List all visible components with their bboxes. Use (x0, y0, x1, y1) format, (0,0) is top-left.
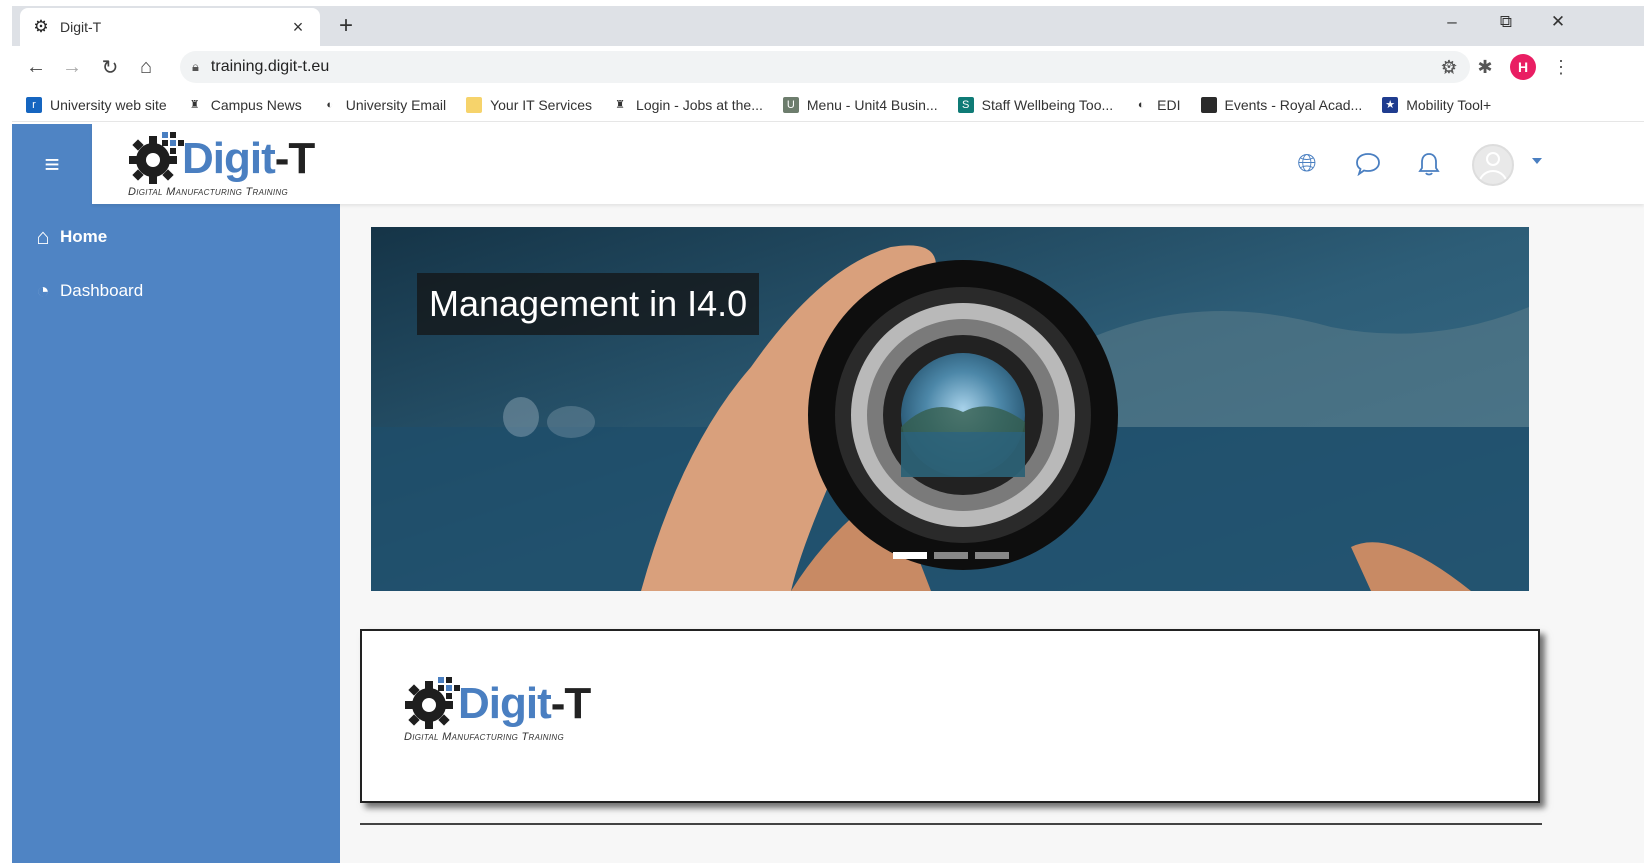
gear-logo-icon (129, 132, 184, 184)
digit-t-site: ≡ ⌂ Home ◔ Dashboard Digit-T Digital Man… (12, 124, 1644, 863)
bookmark-favicon-icon: ♜ (612, 96, 629, 113)
bookmark-item[interactable]: r University web site (26, 96, 167, 113)
gear-logo-icon (405, 677, 460, 729)
bell-icon[interactable] (1411, 146, 1447, 182)
tab-close-icon[interactable]: × (288, 17, 308, 38)
bookmark-favicon-icon: ♜ (186, 96, 203, 113)
bookmark-favicon-icon: r (26, 96, 42, 113)
tab-digit-t[interactable]: ⚙ Digit-T × (20, 8, 320, 46)
bookmark-item[interactable]: ♜ Campus News (186, 96, 302, 113)
divider (360, 823, 1542, 825)
sidebar-item-dashboard[interactable]: ◔ Dashboard (30, 278, 143, 304)
address-toolbar: ← → ↻ ⌂ 🔒︎ training.digit-t.eu ☆ ⚙ ✱ H ⋮ (12, 46, 1644, 88)
bookmark-label: University web site (50, 96, 167, 113)
carousel-indicator-3[interactable] (975, 552, 1009, 559)
sidebar-item-home[interactable]: ⌂ Home (30, 224, 107, 250)
bookmarks-bar: r University web site ♜ Campus News ◐ Univers… (12, 88, 1644, 122)
hero-carousel[interactable]: Management in I4.0 (371, 227, 1529, 591)
bookmark-item[interactable]: S Staff Wellbeing Too... (957, 96, 1114, 113)
logo-card: Digit-T Digital Manufacturing Training (360, 629, 1540, 803)
tab-strip: ⚙ Digit-T × + – ⧉ ✕ (12, 6, 1644, 46)
message-icon[interactable] (1350, 146, 1386, 182)
address-bar[interactable]: 🔒︎ training.digit-t.eu ☆ (180, 51, 1470, 83)
browser-window: ⚙ Digit-T × + – ⧉ ✕ ← → ↻ ⌂ 🔒︎ training.… (12, 6, 1644, 863)
logo-subtitle: Digital Manufacturing Training (128, 186, 288, 198)
logo-subtitle: Digital Manufacturing Training (404, 731, 564, 743)
close-window-button[interactable]: ✕ (1538, 12, 1578, 32)
bookmark-label: Events - Royal Acad... (1224, 96, 1363, 113)
carousel-indicator-1[interactable] (893, 552, 927, 559)
bookmark-item[interactable]: Events - Royal Acad... (1200, 96, 1363, 113)
kebab-menu-icon[interactable]: ⋮ (1548, 54, 1574, 80)
bookmark-favicon-icon (466, 96, 483, 113)
bookmark-favicon-icon (1200, 96, 1217, 113)
home-icon: ⌂ (36, 224, 50, 249)
logo-wordmark: Digit-T (458, 679, 591, 728)
site-header: Digit-T Digital Manufacturing Training 🌐… (92, 124, 1644, 204)
home-icon[interactable]: ⌂ (128, 49, 164, 85)
bookmark-label: Menu - Unit4 Busin... (806, 96, 938, 113)
bookmark-favicon-icon: ◐ (1133, 96, 1150, 113)
minimize-button[interactable]: – (1432, 12, 1472, 32)
back-arrow-icon[interactable]: ← (18, 49, 54, 85)
bookmark-favicon-icon: U (782, 96, 799, 113)
hamburger-menu-icon[interactable]: ≡ (12, 124, 92, 204)
bookmark-item[interactable]: ◐ University Email (321, 96, 447, 113)
bookmark-item[interactable]: ◐ EDI (1133, 96, 1181, 113)
globe-icon[interactable]: 🌐︎ (1289, 146, 1325, 182)
avatar[interactable] (1472, 144, 1514, 186)
bookmark-item[interactable]: U Menu - Unit4 Busin... (782, 96, 938, 113)
sidebar-item-label: Dashboard (60, 281, 144, 300)
bookmark-favicon-icon: S (957, 96, 974, 113)
caret-down-icon[interactable] (1532, 158, 1542, 164)
bookmark-item[interactable]: ♜ Login - Jobs at the... (612, 96, 763, 113)
url-text: training.digit-t.eu (210, 58, 330, 75)
new-tab-button[interactable]: + (332, 12, 360, 40)
bookmark-label: Mobility Tool+ (1406, 96, 1492, 113)
logo-wordmark: Digit-T (182, 134, 315, 183)
bookmark-label: University Email (345, 96, 447, 113)
carousel-indicators (893, 552, 1016, 559)
carousel-indicator-2[interactable] (934, 552, 968, 559)
forward-arrow-icon[interactable]: → (54, 49, 90, 85)
bookmark-label: Staff Wellbeing Too... (981, 96, 1114, 113)
reload-icon[interactable]: ↻ (92, 49, 128, 85)
gear-favicon-icon: ⚙ (33, 17, 49, 36)
restore-button[interactable]: ⧉ (1486, 12, 1526, 32)
sidebar: ≡ ⌂ Home ◔ Dashboard (12, 124, 340, 863)
dashboard-gauge-icon: ◔ (36, 278, 50, 303)
bookmark-item[interactable]: Your IT Services (466, 96, 593, 113)
carousel-caption: Management in I4.0 (417, 273, 760, 335)
digit-t-logo[interactable]: Digit-T Digital Manufacturing Training (126, 128, 336, 202)
bookmark-item[interactable]: ★ Mobility Tool+ (1382, 96, 1492, 113)
bookmark-favicon-icon: ◐ (321, 96, 338, 113)
bookmark-label: Campus News (210, 96, 302, 113)
extensions-puzzle-icon[interactable]: ✱ (1472, 54, 1498, 80)
bookmark-favicon-icon: ★ (1382, 96, 1399, 113)
tab-title: Digit-T (60, 19, 102, 35)
profile-avatar[interactable]: H (1510, 54, 1536, 80)
bookmark-label: Login - Jobs at the... (636, 96, 763, 113)
bookmark-label: Your IT Services (490, 96, 593, 113)
digit-t-logo-large: Digit-T Digital Manufacturing Training (402, 673, 612, 747)
lock-icon: 🔒︎ (192, 59, 199, 74)
extension-settings-icon[interactable]: ⚙ (1436, 54, 1462, 80)
bookmark-label: EDI (1157, 96, 1181, 113)
sidebar-item-label: Home (60, 227, 108, 246)
